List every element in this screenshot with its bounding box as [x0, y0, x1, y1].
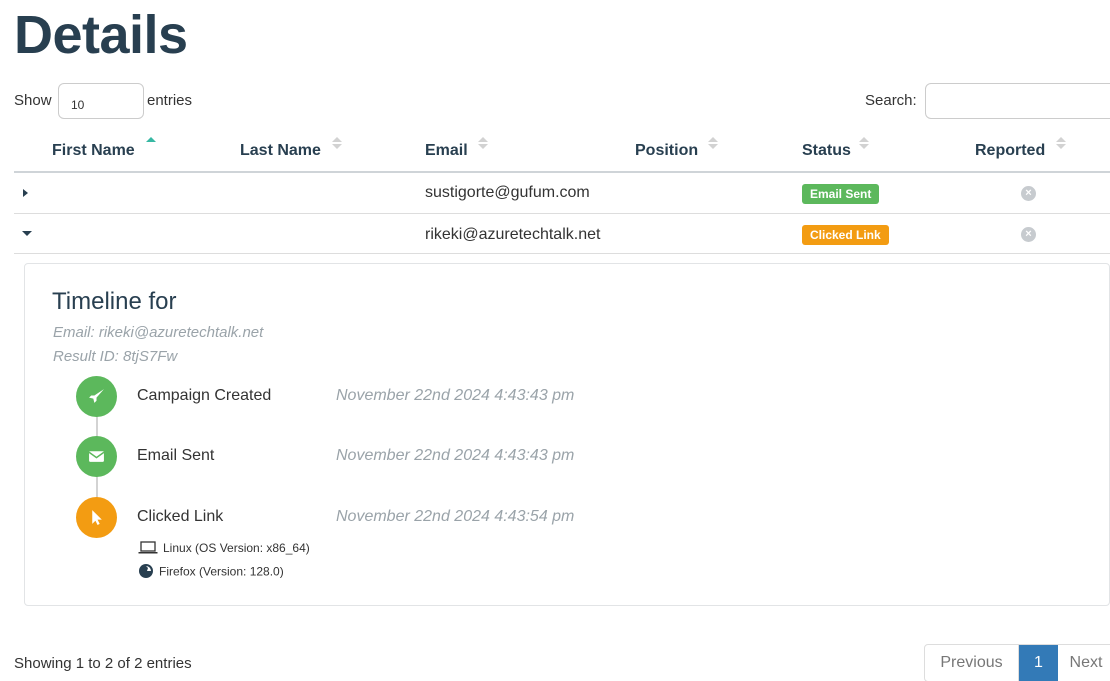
browser-detail: Firefox (Version: 128.0)	[138, 563, 284, 582]
timeline-event-time: November 22nd 2024 4:43:54 pm	[336, 508, 575, 525]
column-header-status[interactable]: Status	[802, 142, 851, 160]
header-divider	[14, 171, 1110, 173]
x-circle-icon: ×	[1021, 227, 1036, 242]
sort-icon[interactable]	[1056, 137, 1066, 151]
timeline-event-label: Clicked Link	[137, 508, 224, 525]
show-label: Show	[14, 92, 52, 109]
sort-icon[interactable]	[859, 137, 869, 151]
firefox-icon	[138, 563, 154, 582]
timeline-title: Timeline for	[52, 288, 177, 315]
sort-asc-icon[interactable]	[146, 137, 156, 151]
timeline-event-label: Campaign Created	[137, 387, 272, 404]
column-header-email[interactable]: Email	[425, 142, 468, 160]
sort-icon[interactable]	[478, 137, 488, 151]
cursor-icon	[76, 497, 117, 538]
timeline-result-id: Result ID: 8tjS7Fw	[53, 348, 178, 365]
entries-label: entries	[147, 92, 193, 109]
page-1-button[interactable]: 1	[1019, 645, 1058, 681]
column-header-last-name[interactable]: Last Name	[240, 142, 321, 160]
column-header-first-name[interactable]: First Name	[52, 142, 135, 160]
laptop-icon	[138, 541, 158, 557]
table-cell-email: sustigorte@gufum.com	[425, 184, 590, 201]
timeline-email: Email: rikeki@azuretechtalk.net	[53, 324, 264, 341]
envelope-icon	[76, 436, 117, 477]
status-badge: Clicked Link	[802, 225, 889, 245]
timeline-event-time: November 22nd 2024 4:43:43 pm	[336, 447, 575, 464]
browser-detail-text: Firefox (Version: 128.0)	[159, 564, 284, 579]
os-detail: Linux (OS Version: x86_64)	[138, 541, 310, 557]
page-title: Details	[14, 5, 188, 65]
sort-icon[interactable]	[332, 137, 342, 151]
previous-page-button[interactable]: Previous	[925, 645, 1019, 681]
collapse-row-icon[interactable]	[22, 231, 32, 236]
expand-row-icon[interactable]	[23, 189, 28, 197]
os-detail-text: Linux (OS Version: x86_64)	[163, 541, 310, 556]
row-divider	[14, 213, 1110, 214]
column-header-position[interactable]: Position	[635, 142, 698, 160]
next-page-button[interactable]: Next	[1058, 645, 1110, 681]
row-divider	[14, 253, 1110, 254]
entries-per-page-select[interactable]: 10	[58, 83, 144, 119]
timeline-event-label: Email Sent	[137, 447, 215, 464]
rocket-icon	[76, 376, 117, 417]
timeline-event-time: November 22nd 2024 4:43:43 pm	[336, 387, 575, 404]
search-input[interactable]	[925, 83, 1110, 119]
table-info: Showing 1 to 2 of 2 entries	[14, 655, 192, 672]
pagination: Previous 1 Next	[924, 644, 1110, 681]
search-label: Search:	[865, 92, 917, 109]
status-badge: Email Sent	[802, 184, 880, 204]
table-cell-email: rikeki@azuretechtalk.net	[425, 226, 601, 243]
sort-icon[interactable]	[708, 137, 718, 151]
x-circle-icon: ×	[1021, 186, 1036, 201]
column-header-reported[interactable]: Reported	[975, 142, 1045, 160]
